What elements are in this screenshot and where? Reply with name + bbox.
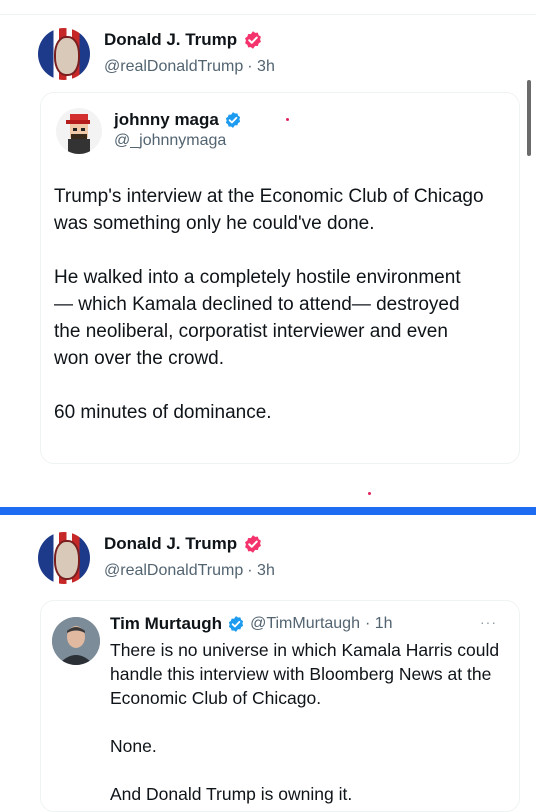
quoted2-author-handle[interactable]: @TimMurtaugh (250, 615, 360, 633)
top-divider (0, 14, 536, 15)
red-dot (368, 492, 371, 495)
post2-author-name[interactable]: Donald J. Trump (104, 534, 237, 554)
quoted2-text: There is no universe in which Kamala Har… (110, 640, 500, 804)
quoted1-author-name[interactable]: johnny maga (114, 110, 219, 130)
trump-avatar[interactable] (38, 28, 90, 80)
post1-time[interactable]: · 3h (247, 58, 275, 76)
post2-author-row: Donald J. Trump (104, 534, 263, 554)
post2-meta: @realDonaldTrump · 3h (104, 562, 275, 580)
post1-meta: @realDonaldTrump · 3h (104, 58, 275, 76)
post1-author-handle[interactable]: @realDonaldTrump (104, 58, 243, 76)
red-dot (286, 118, 289, 121)
section-divider (0, 507, 536, 515)
quoted2-author-name[interactable]: Tim Murtaugh (110, 614, 222, 634)
scrollbar[interactable] (527, 80, 531, 156)
verified-badge-icon (228, 616, 244, 632)
more-options-icon[interactable]: ··· (480, 614, 497, 630)
trump-avatar[interactable] (38, 532, 90, 584)
post1-author-name[interactable]: Donald J. Trump (104, 30, 237, 50)
post2-author-handle[interactable]: @realDonaldTrump (104, 562, 243, 580)
johnny-maga-avatar[interactable] (56, 108, 102, 154)
quoted2-time[interactable]: · 1h (365, 615, 393, 633)
quoted1-author-handle[interactable]: @_johnnymaga (114, 132, 226, 150)
post2-time[interactable]: · 3h (247, 562, 275, 580)
quoted1-author-row: johnny maga (114, 110, 242, 130)
verified-badge-icon (245, 535, 262, 553)
verified-badge-icon (245, 31, 262, 49)
tim-murtaugh-avatar[interactable] (52, 617, 100, 665)
post1-author-row: Donald J. Trump (104, 30, 263, 50)
quoted2-header: Tim Murtaugh @TimMurtaugh · 1h (110, 614, 393, 634)
verified-badge-icon (225, 112, 240, 128)
quoted1-text: Trump's interview at the Economic Club o… (54, 186, 484, 423)
